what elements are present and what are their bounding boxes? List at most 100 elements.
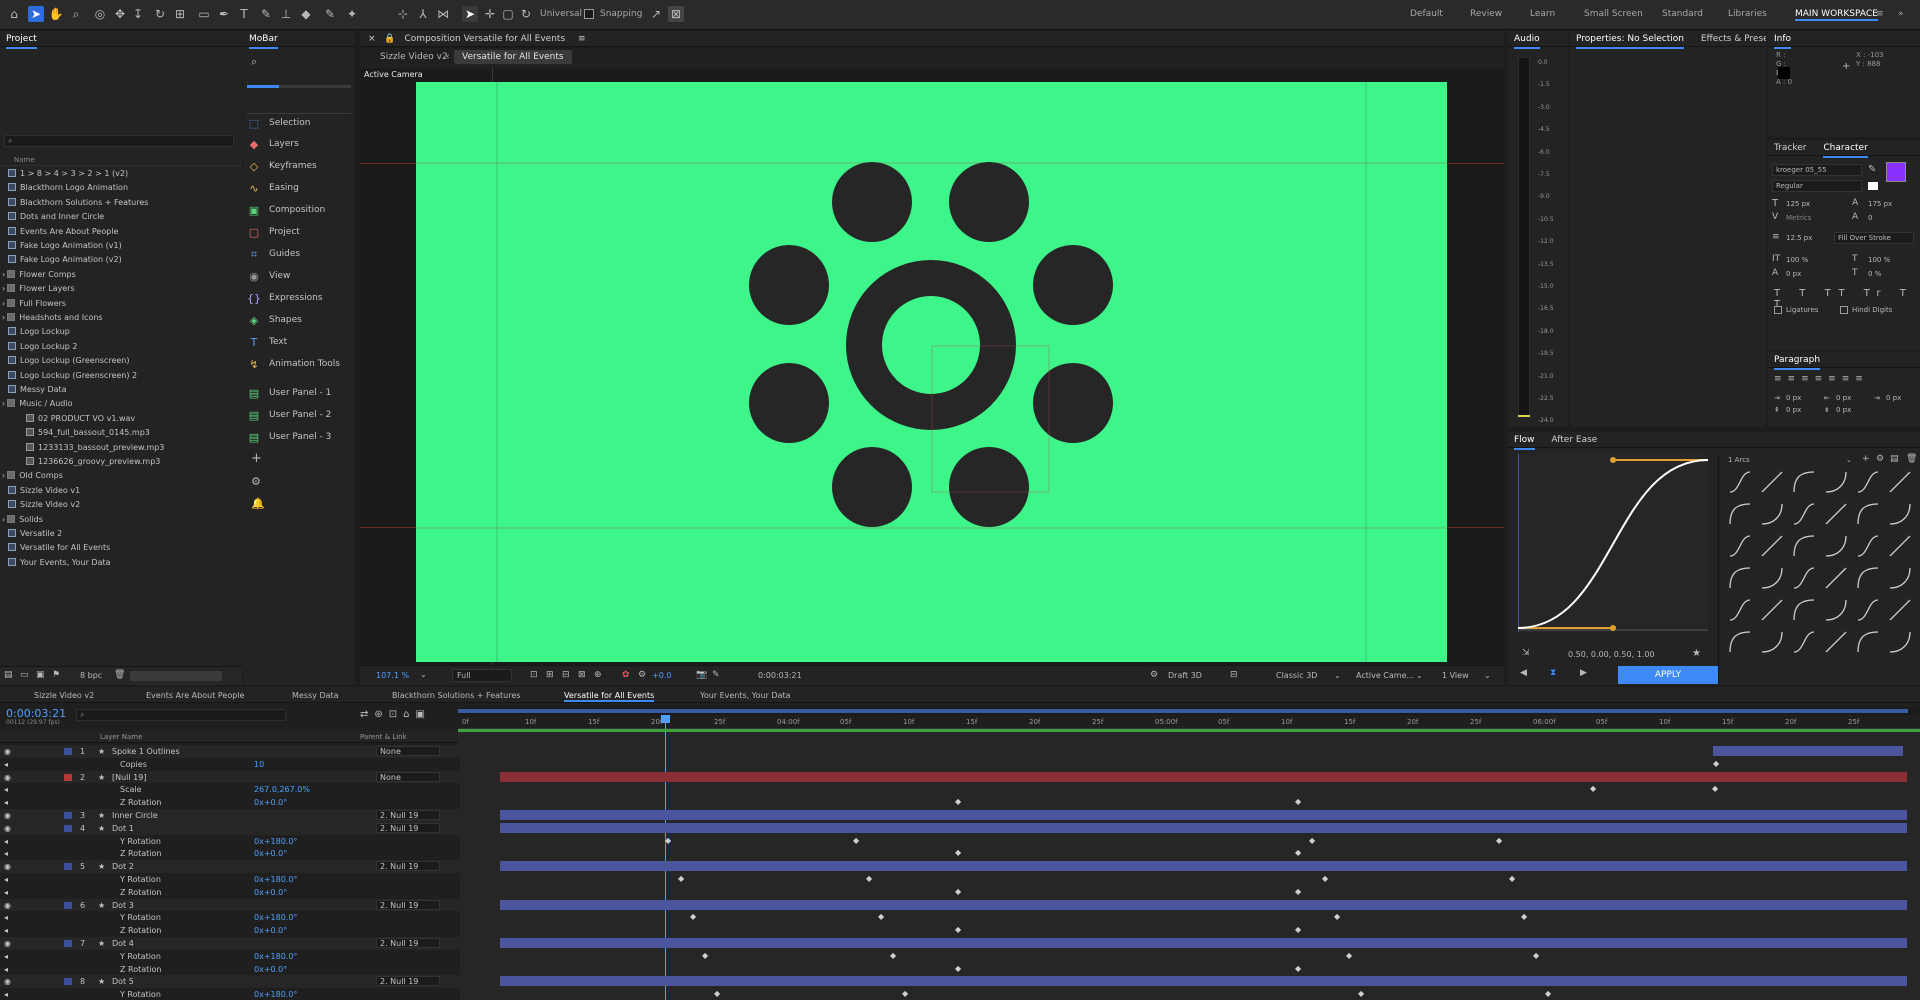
timeline-tab[interactable]: Events Are About People bbox=[146, 691, 244, 700]
property-value[interactable]: 0x+180.0° bbox=[254, 911, 297, 924]
keyframe-icon[interactable]: ◆ bbox=[955, 926, 961, 934]
fill-color-swatch[interactable] bbox=[1886, 162, 1906, 182]
property-row[interactable]: ◂ Y Rotation 0x+180.0° bbox=[0, 949, 460, 963]
workspace-libraries[interactable]: Libraries bbox=[1728, 9, 1767, 19]
folder-expand-icon[interactable]: › bbox=[2, 284, 5, 293]
move-icon[interactable]: ✛ bbox=[482, 6, 498, 22]
project-search-input[interactable]: ⌕ bbox=[4, 135, 234, 147]
timeline-switch-icons[interactable]: ⇄⊛⊡⌂▣ bbox=[360, 709, 431, 720]
add-icon[interactable]: + bbox=[251, 451, 262, 466]
apply-button[interactable]: APPLY bbox=[1618, 666, 1718, 684]
space-before-value[interactable]: 0 px bbox=[1786, 406, 1801, 414]
lock-icon[interactable]: 🔒 bbox=[384, 34, 395, 44]
snap-grid-icon[interactable]: ⊠ bbox=[668, 6, 684, 22]
label-color-swatch[interactable] bbox=[64, 863, 72, 871]
project-folder-item[interactable]: › Old Comps bbox=[0, 469, 240, 483]
layer-row[interactable]: ◉ 5 ★ Dot 2 2. Null 19 bbox=[0, 860, 460, 874]
mask-visibility-icon[interactable]: ⊟ bbox=[562, 670, 570, 680]
project-list-item[interactable]: Blackthorn Logo Animation bbox=[0, 181, 240, 195]
easing-preset-thumbnail[interactable] bbox=[1728, 598, 1752, 624]
parent-select[interactable]: 2. Null 19 bbox=[376, 938, 440, 948]
new-comp-icon[interactable]: ▣ bbox=[36, 670, 45, 680]
keyframe-nav-icon[interactable]: ◂ bbox=[4, 873, 8, 886]
add-preset-icon[interactable]: + bbox=[1862, 454, 1870, 464]
kerning-value[interactable]: Metrics bbox=[1786, 214, 1811, 222]
keyframe-nav-icon[interactable]: ◂ bbox=[4, 886, 8, 899]
scale-icon[interactable]: ▢ bbox=[500, 6, 516, 22]
exposure-value[interactable]: +0.0 bbox=[652, 671, 671, 680]
reset-exposure-icon[interactable]: ⚙ bbox=[638, 670, 646, 680]
property-value[interactable]: 0x+0.0° bbox=[254, 963, 287, 976]
keyframe-icon[interactable]: ◆ bbox=[1309, 836, 1315, 845]
project-list-item[interactable]: 1 > 8 > 4 > 3 > 2 > 1 (v2) bbox=[0, 167, 240, 181]
property-row[interactable]: ◂ Z Rotation 0x+0.0° bbox=[0, 847, 460, 861]
interpret-icon[interactable]: ▤ bbox=[4, 670, 13, 680]
snapping-checkbox[interactable] bbox=[584, 9, 594, 19]
layer-name-header[interactable]: Layer Name bbox=[100, 733, 142, 741]
timeline-tab[interactable]: Your Events, Your Data bbox=[700, 691, 791, 700]
easing-preset-thumbnail[interactable] bbox=[1792, 502, 1816, 528]
parent-select[interactable]: 2. Null 19 bbox=[376, 810, 440, 820]
parent-select[interactable]: 2. Null 19 bbox=[376, 861, 440, 872]
property-value[interactable]: 0x+180.0° bbox=[254, 835, 297, 848]
stroke-width-value[interactable]: 12.5 px bbox=[1786, 234, 1812, 242]
property-value[interactable]: 0x+0.0° bbox=[254, 924, 287, 937]
ligatures-checkbox[interactable] bbox=[1774, 306, 1782, 314]
layer-row[interactable]: ◉ 7 ★ Dot 4 2. Null 19 bbox=[0, 937, 460, 950]
easing-preset-thumbnail[interactable] bbox=[1792, 566, 1816, 592]
property-value[interactable]: 0x+180.0° bbox=[254, 988, 297, 1000]
keyframe-icon[interactable]: ◆ bbox=[1295, 964, 1301, 973]
workspace-learn[interactable]: Learn bbox=[1530, 9, 1555, 19]
visibility-eye-icon[interactable]: ◉ bbox=[4, 899, 11, 912]
timeline-tab[interactable]: Blackthorn Solutions + Features bbox=[392, 691, 520, 700]
project-folder-item[interactable]: › Flower Layers bbox=[0, 282, 240, 296]
eraser-tool-icon[interactable]: ◆ bbox=[298, 6, 314, 22]
project-list-item[interactable]: Dots and Inner Circle bbox=[0, 210, 240, 224]
tab-after-ease[interactable]: After Ease bbox=[1551, 432, 1597, 448]
layer-row[interactable]: ◉ 3 ★ Inner Circle 2. Null 19 bbox=[0, 809, 460, 822]
property-value[interactable]: 267.0,267.0% bbox=[254, 783, 310, 796]
project-list-item[interactable]: Logo Lockup bbox=[0, 325, 240, 339]
easing-preset-thumbnail[interactable] bbox=[1856, 470, 1880, 496]
keyframe-icon[interactable]: ◆ bbox=[890, 951, 896, 960]
parent-select[interactable]: None bbox=[376, 746, 440, 756]
visibility-eye-icon[interactable]: ◉ bbox=[4, 860, 11, 873]
label-color-swatch[interactable] bbox=[64, 773, 72, 781]
keyframe-icon[interactable]: ◆ bbox=[1295, 926, 1301, 934]
keyframe-icon[interactable]: ◆ bbox=[1590, 785, 1596, 793]
playhead[interactable] bbox=[665, 717, 666, 1000]
project-list-item[interactable]: Sizzle Video v2 bbox=[0, 498, 240, 512]
keyframe-icon[interactable]: ◆ bbox=[853, 836, 859, 845]
layer-name[interactable]: Dot 4 bbox=[112, 937, 134, 950]
layer-duration-bar[interactable] bbox=[500, 899, 1907, 910]
visibility-eye-icon[interactable]: ◉ bbox=[4, 975, 11, 988]
easing-preset-thumbnail[interactable] bbox=[1856, 502, 1880, 528]
font-size-value[interactable]: 125 px bbox=[1786, 200, 1810, 208]
pen-tool-icon[interactable]: ✒ bbox=[216, 6, 232, 22]
keyframe-icon[interactable]: ◆ bbox=[1346, 951, 1352, 960]
bpc-label[interactable]: 8 bpc bbox=[80, 671, 102, 680]
mobar-item-shapes[interactable]: ◈ Shapes bbox=[247, 311, 347, 329]
next-preset-icon[interactable]: ▶ bbox=[1580, 668, 1587, 678]
shape-tool-icon[interactable]: ▭ bbox=[196, 6, 212, 22]
keyframe-icon[interactable]: ◆ bbox=[1521, 913, 1527, 921]
visibility-eye-icon[interactable]: ◉ bbox=[4, 822, 11, 835]
mobar-item-user-panel-2[interactable]: ▤ User Panel - 2 bbox=[247, 406, 347, 424]
visibility-eye-icon[interactable]: ◉ bbox=[4, 809, 11, 822]
draft-3d-label[interactable]: Draft 3D bbox=[1168, 671, 1202, 680]
axis-icon[interactable]: ⅄ bbox=[415, 6, 431, 22]
keyframe-icon[interactable]: ◆ bbox=[955, 798, 961, 806]
mobar-item-easing[interactable]: ∿ Easing bbox=[247, 179, 347, 197]
layer-duration-bar[interactable] bbox=[1713, 746, 1903, 756]
timeline-graph-area[interactable] bbox=[458, 707, 1920, 1000]
snap-options-icon[interactable]: ↗ bbox=[648, 6, 664, 22]
mobar-item-expressions[interactable]: {} Expressions bbox=[247, 289, 347, 307]
keyframe-icon[interactable]: ◆ bbox=[1545, 990, 1551, 998]
tab-effects-presets[interactable]: Effects & Prese bbox=[1701, 31, 1766, 47]
workspace-more-icon[interactable]: » bbox=[1898, 9, 1904, 19]
property-row[interactable]: ◂ Z Rotation 0x+0.0° bbox=[0, 885, 460, 899]
easing-preset-thumbnail[interactable] bbox=[1824, 630, 1848, 656]
keyframe-nav-icon[interactable]: ◂ bbox=[4, 950, 8, 963]
layer-name[interactable]: Dot 2 bbox=[112, 860, 134, 873]
layer-name[interactable]: Scale bbox=[120, 783, 142, 796]
